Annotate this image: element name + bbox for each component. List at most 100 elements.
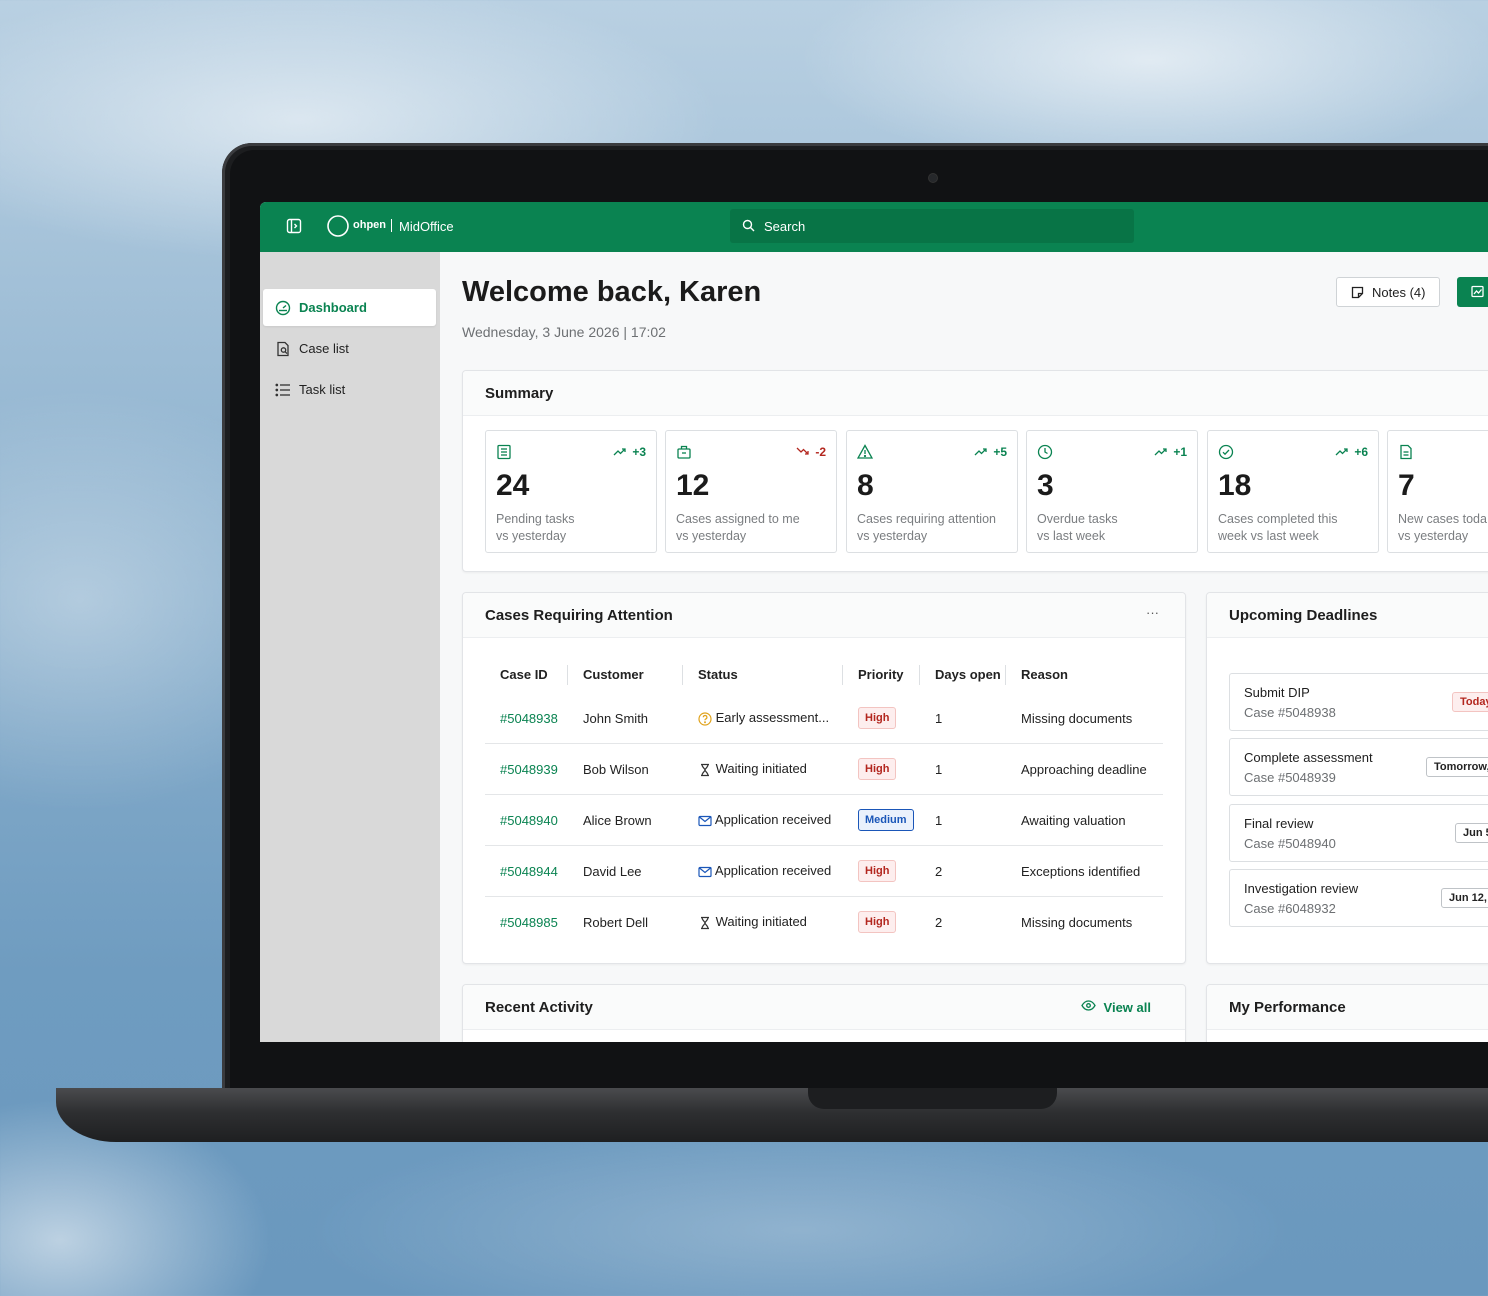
summary-header: Summary [463, 371, 1488, 416]
stat-value: 3 [1037, 469, 1054, 502]
report-button[interactable] [1457, 277, 1488, 307]
warning-icon [856, 444, 874, 465]
brand-divider [391, 219, 392, 232]
reason-cell: Missing documents [1006, 693, 1163, 744]
view-all-label: View all [1103, 999, 1151, 1015]
reason-cell: Missing documents [1021, 914, 1133, 930]
status-text: Waiting initiated [715, 761, 807, 777]
chart-icon [1471, 285, 1484, 303]
laptop-notch [808, 1088, 1057, 1109]
sidebar-toggle-icon[interactable] [286, 218, 302, 239]
case-id-link[interactable]: #5048938 [500, 711, 558, 726]
table-row[interactable]: #5048944 David Lee Application received … [485, 845, 1163, 897]
summary-card: Summary +3 24 Pending tasks vs yesterday… [462, 370, 1488, 572]
trend-indicator: +6 [1335, 445, 1368, 459]
trend-up-icon [1335, 445, 1348, 459]
trend-indicator: -2 [796, 445, 826, 459]
briefcase-icon [676, 444, 692, 465]
deadline-item[interactable]: Investigation review Case #6048932 Jun 1… [1229, 869, 1488, 927]
sidebar-item-dashboard[interactable]: Dashboard [263, 289, 436, 326]
product-name: MidOffice [399, 219, 454, 234]
column-header[interactable]: Priority [843, 655, 920, 693]
stat-card-overdue-tasks[interactable]: +1 3 Overdue tasks vs last week [1026, 430, 1198, 553]
stat-card-cases-completed[interactable]: +6 18 Cases completed this week vs last … [1207, 430, 1379, 553]
stat-card-cases-attention[interactable]: +5 8 Cases requiring attention vs yester… [846, 430, 1018, 553]
clock-icon [1037, 444, 1053, 465]
table-row[interactable]: #5048985 Robert Dell Waiting initiated H… [485, 897, 1163, 948]
trend-value: -2 [815, 445, 826, 459]
customer-cell: David Lee [568, 845, 683, 897]
deadlines-header: Upcoming Deadlines [1207, 593, 1488, 638]
trend-indicator: +5 [974, 445, 1007, 459]
stat-card-cases-assigned[interactable]: -2 12 Cases assigned to me vs yesterday [665, 430, 837, 553]
table-row[interactable]: #5048940 Alice Brown Application receive… [485, 794, 1163, 846]
column-header[interactable]: Reason [1006, 655, 1163, 693]
stat-value: 7 [1398, 469, 1415, 502]
search-icon [742, 219, 755, 237]
cases-table: Case ID Customer Status Priority Days op… [485, 655, 1163, 947]
stat-card-new-cases[interactable]: 7 New cases toda vs yesterday [1387, 430, 1488, 553]
status-text: Application received [714, 812, 832, 828]
note-icon [1351, 286, 1364, 304]
notes-label: Notes (4) [1372, 285, 1426, 300]
status-text: Waiting initiated [715, 914, 807, 930]
table-row[interactable]: #5048938 John Smith Early assessment... … [485, 693, 1163, 744]
column-header[interactable]: Customer [568, 655, 683, 693]
app-screen: ohpen MidOffice Search Dashboard Case li… [260, 202, 1488, 1042]
trend-value: +1 [1173, 445, 1187, 459]
days-open-cell: 1 [920, 794, 1006, 846]
stat-value: 8 [857, 469, 874, 502]
case-id-link[interactable]: #5048940 [500, 813, 558, 828]
days-open-cell: 1 [920, 693, 1006, 744]
gauge-icon [275, 299, 291, 316]
stat-card-pending-tasks[interactable]: +3 24 Pending tasks vs yesterday [485, 430, 657, 553]
deadline-title: Final review [1244, 816, 1314, 831]
column-header[interactable]: Case ID [485, 655, 568, 693]
trend-up-icon [974, 445, 987, 459]
deadline-item[interactable]: Final review Case #5048940 Jun 5 [1229, 804, 1488, 862]
deadline-item[interactable]: Complete assessment Case #5048939 Tomorr… [1229, 738, 1488, 796]
status-cell: Application received [683, 845, 843, 897]
stat-label: Cases completed this week vs last week [1218, 512, 1338, 543]
column-header[interactable]: Status [683, 655, 843, 693]
case-id-link[interactable]: #5048939 [500, 762, 558, 777]
case-id-link[interactable]: #5048985 [500, 915, 558, 930]
sidebar-item-case-list[interactable]: Case list [263, 330, 436, 367]
stat-label: Cases assigned to me vs yesterday [676, 512, 800, 543]
activity-header: Recent Activity View all [463, 985, 1185, 1030]
logo-circle-icon [327, 215, 349, 242]
hourglass-icon [698, 914, 712, 929]
trend-value: +5 [993, 445, 1007, 459]
help-circle-icon [698, 710, 712, 726]
check-circle-icon [1218, 444, 1234, 465]
column-header[interactable]: Days open [920, 655, 1006, 693]
deadline-case: Case #6048932 [1244, 901, 1336, 916]
view-all-link[interactable]: View all [1080, 998, 1151, 1016]
trend-down-icon [796, 445, 809, 459]
hourglass-icon [698, 761, 712, 776]
customer-cell: Robert Dell [583, 914, 649, 930]
stat-value: 12 [676, 469, 710, 502]
top-bar: ohpen MidOffice Search [260, 202, 1488, 252]
trend-up-icon [1154, 445, 1167, 459]
table-row[interactable]: #5048939 Bob Wilson Waiting initiated Hi… [485, 743, 1163, 795]
main-content: Welcome back, Karen Wednesday, 3 June 20… [440, 252, 1488, 1042]
priority-badge: High [858, 758, 897, 780]
sidebar-item-task-list[interactable]: Task list [263, 371, 436, 408]
sidebar: Dashboard Case list Task list [260, 252, 440, 1042]
deadline-case: Case #5048940 [1244, 836, 1336, 851]
sidebar-item-label: Dashboard [299, 300, 367, 315]
case-id-link[interactable]: #5048944 [500, 864, 558, 879]
stat-label: New cases toda vs yesterday [1398, 512, 1487, 543]
deadline-item[interactable]: Submit DIP Case #5048938 Today [1229, 673, 1488, 731]
trend-up-icon [613, 445, 626, 459]
more-menu-icon[interactable]: ··· [1146, 605, 1159, 620]
search-input[interactable]: Search [730, 209, 1134, 243]
days-open-cell: 2 [920, 845, 1006, 897]
customer-cell: Bob Wilson [568, 743, 683, 795]
page-datetime: Wednesday, 3 June 2026 | 17:02 [462, 324, 666, 340]
notes-button[interactable]: Notes (4) [1336, 277, 1440, 307]
reason-cell: Exceptions identified [1006, 845, 1163, 897]
stat-value: 24 [496, 469, 530, 502]
laptop-base [56, 1088, 1488, 1142]
